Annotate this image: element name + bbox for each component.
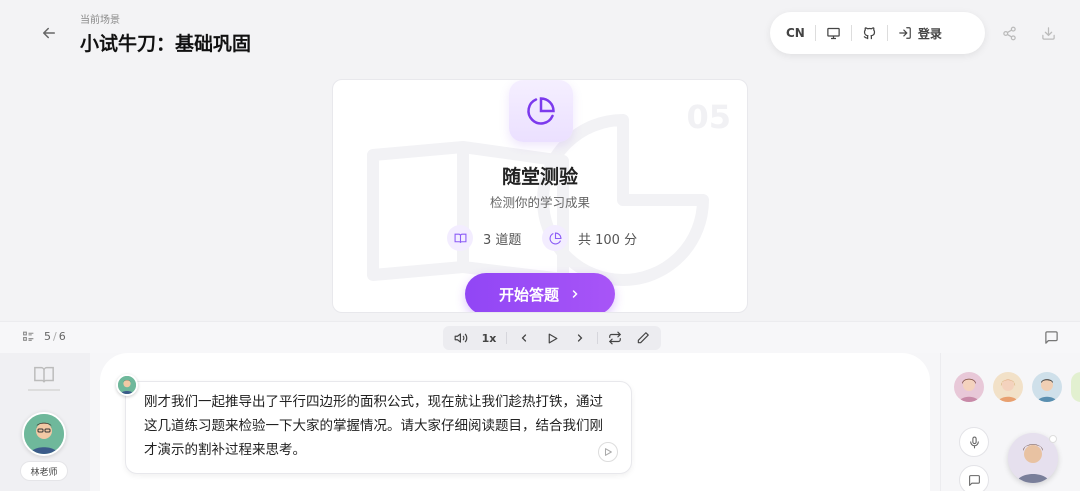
participants-panel bbox=[940, 353, 1080, 491]
top-toolbar: CN 登录 bbox=[770, 12, 985, 54]
message-text: 刚才我们一起推导出了平行四边形的面积公式，现在就让我们趁热打铁，通过这几道练习题… bbox=[144, 394, 603, 458]
start-quiz-label: 开始答题 bbox=[498, 285, 559, 304]
page-title: 小试牛刀：基础巩固 bbox=[80, 33, 252, 55]
student-avatar[interactable] bbox=[1071, 372, 1080, 402]
teacher-name: 林老师 bbox=[20, 461, 68, 481]
speed-button[interactable]: 1x bbox=[478, 327, 500, 349]
back-arrow-icon[interactable] bbox=[38, 22, 60, 44]
student-avatar[interactable] bbox=[993, 372, 1023, 402]
student-avatar[interactable] bbox=[954, 372, 984, 402]
playback-controls: 1x bbox=[443, 326, 661, 350]
pie-chart-small-icon bbox=[542, 225, 568, 251]
login-label: 登录 bbox=[917, 26, 942, 41]
teacher-panel: 林老师 bbox=[0, 353, 90, 491]
pie-chart-icon bbox=[509, 80, 573, 142]
card-title: 随堂测验 bbox=[501, 166, 578, 188]
monitor-icon[interactable] bbox=[826, 26, 841, 41]
next-icon[interactable] bbox=[569, 327, 591, 349]
prev-icon[interactable] bbox=[513, 327, 535, 349]
teacher-avatar[interactable] bbox=[22, 412, 66, 456]
total-pages: 6 bbox=[58, 330, 66, 343]
playback-control-bar: 5 / 6 1x bbox=[0, 321, 1080, 353]
total-score: 共 100 分 bbox=[542, 225, 637, 251]
total-score-text: 共 100 分 bbox=[578, 232, 638, 248]
classroom-page: 当前场景 小试牛刀：基础巩固 CN 登录 05 随堂测验 检测你的学习成果 3 … bbox=[0, 0, 1080, 491]
repeat-icon[interactable] bbox=[604, 327, 626, 349]
language-toggle[interactable]: CN bbox=[786, 26, 805, 40]
card-number: 05 bbox=[686, 98, 731, 136]
page-indicator[interactable]: 5 / 6 bbox=[22, 330, 66, 343]
share-icon[interactable] bbox=[1000, 24, 1018, 42]
question-count: 3 道题 bbox=[447, 225, 521, 251]
quiz-card: 05 随堂测验 检测你的学习成果 3 道题 共 100 分 开始答题 bbox=[332, 79, 748, 313]
download-icon[interactable] bbox=[1039, 24, 1057, 42]
comment-icon[interactable] bbox=[959, 465, 989, 491]
student-avatar[interactable] bbox=[1032, 372, 1062, 402]
scene-label: 当前场景 bbox=[80, 15, 120, 26]
status-dot bbox=[1049, 435, 1057, 443]
book-icon bbox=[447, 225, 473, 251]
discussion-area: 林老师 刚才我们一起推导出了平行四边形的面积公式，现在就让我们趁热打铁，通过这几… bbox=[0, 353, 1080, 491]
login-icon bbox=[898, 26, 912, 40]
question-count-text: 3 道题 bbox=[483, 232, 522, 248]
pen-icon[interactable] bbox=[632, 327, 654, 349]
message-avatar bbox=[116, 374, 138, 396]
open-book-icon[interactable] bbox=[33, 364, 55, 390]
mic-icon[interactable] bbox=[959, 427, 989, 457]
current-page: 5 bbox=[44, 330, 51, 343]
play-audio-icon[interactable] bbox=[598, 442, 618, 462]
list-icon bbox=[22, 330, 35, 343]
teacher-message-bubble: 刚才我们一起推导出了平行四边形的面积公式，现在就让我们趁热打铁，通过这几道练习题… bbox=[125, 381, 632, 474]
start-quiz-button[interactable]: 开始答题 bbox=[465, 273, 615, 312]
play-icon[interactable] bbox=[541, 327, 563, 349]
github-icon[interactable] bbox=[862, 26, 877, 41]
chat-icon[interactable] bbox=[1044, 330, 1059, 349]
login-button[interactable]: 登录 bbox=[898, 25, 942, 42]
card-subtitle: 检测你的学习成果 bbox=[489, 195, 590, 210]
chevron-right-icon bbox=[569, 288, 581, 300]
volume-icon[interactable] bbox=[450, 327, 472, 349]
